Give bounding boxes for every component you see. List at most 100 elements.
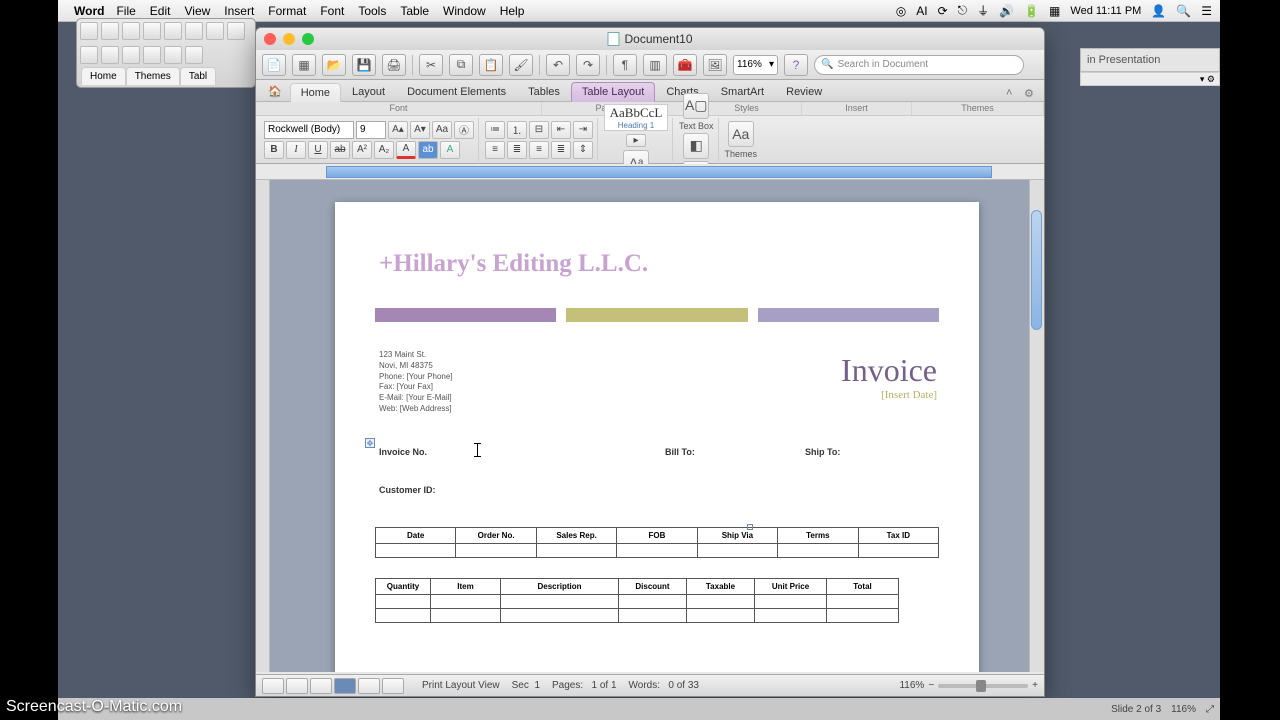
tab-home[interactable]: Home <box>290 83 341 102</box>
info-header[interactable]: Invoice No. Bill To: Ship To: Customer I… <box>379 447 935 507</box>
strikethrough-button[interactable]: ab <box>330 141 350 159</box>
sync-icon[interactable]: ⟳ <box>938 4 948 18</box>
word-count[interactable]: Words: 0 of 33 <box>629 680 699 691</box>
toolbox-button[interactable]: 🧰 <box>673 54 697 76</box>
menu-format[interactable]: Format <box>268 4 306 18</box>
adobe-icon[interactable]: AI <box>916 4 927 18</box>
bluetooth-icon[interactable]: ⎋ <box>958 3 968 18</box>
wifi-icon[interactable]: ⏚ <box>977 2 989 19</box>
superscript-button[interactable]: A² <box>352 141 372 159</box>
horizontal-ruler[interactable] <box>256 164 1044 180</box>
numbering-button[interactable]: ⒈ <box>507 121 527 139</box>
tab-layout[interactable]: Layout <box>341 82 396 101</box>
document-area[interactable]: +Hillary's Editing L.L.C. 123 Maint St. … <box>256 180 1044 672</box>
paste-button[interactable]: 📋 <box>479 54 503 76</box>
scroll-thumb[interactable] <box>1031 210 1042 330</box>
open-button[interactable]: 📂 <box>322 54 346 76</box>
bg-tab-home[interactable]: Home <box>81 67 126 85</box>
ribbon-home-icon[interactable]: 🏠 <box>260 81 290 101</box>
notebook-view-button[interactable] <box>358 678 380 694</box>
text-effects-button[interactable]: A <box>440 141 460 159</box>
grow-font-button[interactable]: A▴ <box>388 121 408 139</box>
cut-button[interactable]: ✂ <box>419 54 443 76</box>
save-button[interactable]: 💾 <box>352 54 376 76</box>
menu-view[interactable]: View <box>184 4 210 18</box>
format-painter-button[interactable]: 🖌 <box>509 54 533 76</box>
titlebar[interactable]: Document10 <box>256 28 1044 50</box>
font-color-button[interactable]: A <box>396 141 416 159</box>
invoice-title[interactable]: Invoice [Insert Date] <box>841 352 937 401</box>
copy-button[interactable]: ⧉ <box>449 54 473 76</box>
menu-file[interactable]: File <box>116 4 135 18</box>
page[interactable]: +Hillary's Editing L.L.C. 123 Maint St. … <box>335 202 979 672</box>
bold-button[interactable]: B <box>264 141 284 159</box>
date-icon[interactable]: ▦ <box>1049 4 1060 18</box>
table-move-handle[interactable]: ✥ <box>365 438 375 448</box>
menu-table[interactable]: Table <box>400 4 429 18</box>
styles-expand-button[interactable]: ▸ <box>626 134 646 147</box>
collapse-ribbon-icon[interactable]: ˄ <box>1006 87 1020 101</box>
tab-document-elements[interactable]: Document Elements <box>396 82 517 101</box>
underline-button[interactable]: U <box>308 141 328 159</box>
menu-window[interactable]: Window <box>443 4 486 18</box>
media-button[interactable]: 🖼 <box>703 54 727 76</box>
notifications-icon[interactable]: ☰ <box>1201 4 1212 18</box>
highlight-button[interactable]: ab <box>418 141 438 159</box>
ribbon-settings-icon[interactable]: ⚙ <box>1024 87 1038 101</box>
align-left-button[interactable]: ≡ <box>485 141 505 159</box>
menu-insert[interactable]: Insert <box>224 4 254 18</box>
close-button[interactable] <box>264 33 276 45</box>
clock[interactable]: Wed 11:11 PM <box>1070 5 1141 17</box>
align-center-button[interactable]: ≣ <box>507 141 527 159</box>
undo-button[interactable]: ↶ <box>546 54 570 76</box>
bullets-button[interactable]: ≔ <box>485 121 505 139</box>
italic-button[interactable]: I <box>286 141 306 159</box>
volume-icon[interactable]: 🔊 <box>999 4 1014 18</box>
menu-edit[interactable]: Edit <box>150 4 171 18</box>
search-field[interactable]: 🔍Search in Document <box>814 55 1024 75</box>
increase-indent-button[interactable]: ⇥ <box>573 121 593 139</box>
subscript-button[interactable]: A₂ <box>374 141 394 159</box>
sidebar-button[interactable]: ▥ <box>643 54 667 76</box>
outline-view-button[interactable] <box>286 678 308 694</box>
align-right-button[interactable]: ≡ <box>529 141 549 159</box>
draft-view-button[interactable] <box>262 678 284 694</box>
decrease-indent-button[interactable]: ⇤ <box>551 121 571 139</box>
font-family-select[interactable] <box>264 121 354 139</box>
company-name[interactable]: +Hillary's Editing L.L.C. <box>379 250 979 278</box>
tab-tables[interactable]: Tables <box>517 82 571 101</box>
vertical-scrollbar[interactable] <box>1029 180 1044 672</box>
shape-button[interactable]: ◧ <box>683 133 709 159</box>
publishing-view-button[interactable] <box>310 678 332 694</box>
font-size-select[interactable] <box>356 121 386 139</box>
tab-table-layout[interactable]: Table Layout <box>571 82 655 102</box>
line-spacing-button[interactable]: ⇕ <box>573 141 593 159</box>
vertical-ruler[interactable] <box>256 180 270 672</box>
menu-tools[interactable]: Tools <box>358 4 386 18</box>
bg-tab-themes[interactable]: Themes <box>126 67 180 85</box>
menu-font[interactable]: Font <box>320 4 344 18</box>
user-icon[interactable]: 👤 <box>1151 4 1166 18</box>
bg-tab-tables[interactable]: Tabl <box>180 67 216 85</box>
line-items-table[interactable]: Quantity Item Description Discount Taxab… <box>375 578 899 623</box>
zoom-button[interactable] <box>302 33 314 45</box>
battery-icon[interactable]: 🔋 <box>1024 4 1039 18</box>
textbox-button[interactable]: A▢ <box>683 93 709 119</box>
zoom-control[interactable]: 116% − + <box>899 680 1038 691</box>
print-layout-view-button[interactable] <box>334 678 356 694</box>
shrink-font-button[interactable]: A▾ <box>410 121 430 139</box>
minimize-button[interactable] <box>283 33 295 45</box>
fullscreen-view-button[interactable] <box>382 678 404 694</box>
clear-formatting-button[interactable]: Ⓐ <box>454 121 474 139</box>
redo-button[interactable]: ↷ <box>576 54 600 76</box>
help-button[interactable]: ? <box>784 54 808 76</box>
justify-button[interactable]: ≣ <box>551 141 571 159</box>
tab-smartart[interactable]: SmartArt <box>710 82 775 101</box>
order-info-table[interactable]: Date Order No. Sales Rep. FOB Ship Via T… <box>375 527 939 558</box>
new-doc-button[interactable]: 📄 <box>262 54 286 76</box>
change-case-button[interactable]: Aa <box>432 121 452 139</box>
tab-review[interactable]: Review <box>775 82 833 101</box>
spotlight-icon[interactable]: ◎ <box>896 4 906 18</box>
style-preview[interactable]: AaBbCcL Heading 1 <box>604 104 668 131</box>
themes-button[interactable]: Aa <box>728 121 754 147</box>
